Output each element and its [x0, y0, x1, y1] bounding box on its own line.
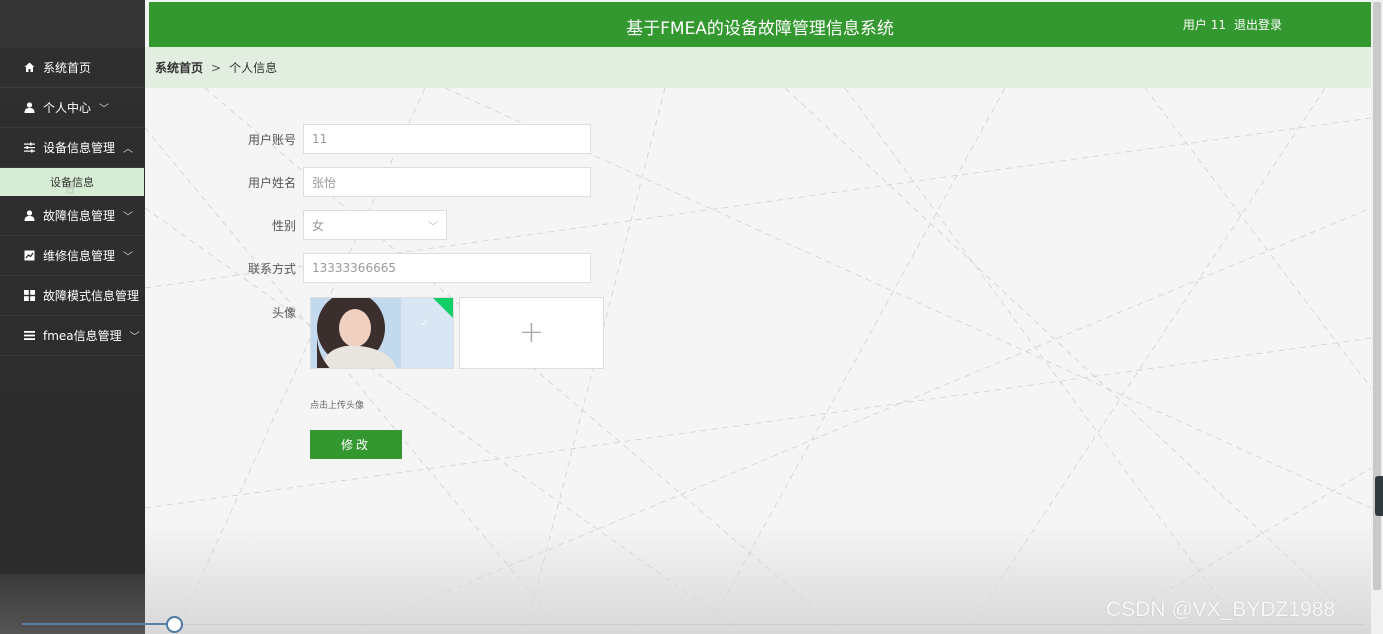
grid-icon: [22, 290, 36, 301]
avatar-image[interactable]: ✓: [310, 297, 454, 369]
form-row-account: 用户账号: [145, 124, 591, 154]
name-label: 用户姓名: [247, 175, 296, 190]
hand-cursor-icon: ☝: [66, 181, 75, 197]
sidebar-item-device-management[interactable]: 设备信息管理 ︿: [0, 128, 145, 168]
form-row-gender: 性别 女 ﹀: [145, 210, 447, 240]
sidebar-item-label: 个人中心: [43, 101, 92, 115]
gender-selected-value: 女: [312, 218, 325, 233]
sidebar-item-label: 故障信息管理: [43, 209, 116, 223]
chevron-down-icon: ﹀: [123, 212, 134, 223]
breadcrumb: 系统首页 > 个人信息: [145, 47, 1371, 88]
plus-icon: +: [518, 315, 545, 350]
slider-track-filled: [22, 623, 174, 625]
avatar-status-corner: [433, 298, 453, 318]
avatar-label: 头像: [271, 306, 296, 320]
upload-tip: 点击上传头像: [310, 401, 365, 411]
avatar-upload-button[interactable]: +: [459, 297, 604, 369]
chevron-down-icon: ﹀: [129, 332, 140, 343]
sidebar-item-label: fmea信息管理: [43, 329, 122, 343]
breadcrumb-home-link[interactable]: 系统首页: [155, 59, 203, 76]
chevron-down-icon: ﹀: [99, 104, 110, 115]
header-user-area: 用户 11 退出登录: [1183, 16, 1282, 33]
form-row-name: 用户姓名: [145, 167, 591, 197]
submit-button[interactable]: 修改: [310, 430, 402, 459]
sidebar-item-home[interactable]: 系统首页: [0, 48, 145, 88]
sidebar-item-label: 系统首页: [43, 61, 92, 75]
sidebar-logo-area: [0, 0, 145, 48]
user-icon: [22, 102, 36, 113]
main-content: 用户账号 用户姓名 性别 女 ﹀ 联系方式 头像 ✓ + 点击上传头: [145, 88, 1371, 634]
slider-track: [174, 624, 1364, 625]
chevron-down-icon: ﹀: [428, 221, 438, 233]
user-icon: [22, 210, 36, 221]
sliders-icon: [22, 142, 36, 153]
breadcrumb-current: 个人信息: [229, 61, 278, 75]
chevron-down-icon: ﹀: [123, 252, 134, 263]
form-row-phone: 联系方式: [145, 253, 591, 283]
sidebar-item-label: 设备信息管理: [43, 141, 116, 155]
sidebar: 系统首页 个人中心 ﹀ 设备信息管理 ︿ 设备信息 故障信息管理 ﹀ 维修信息管…: [0, 0, 145, 634]
phone-input[interactable]: [303, 253, 591, 283]
slider-handle[interactable]: [166, 616, 183, 633]
sidebar-item-fmea-management[interactable]: fmea信息管理 ﹀: [0, 316, 145, 356]
account-label: 用户账号: [247, 132, 296, 147]
chart-icon: [22, 250, 36, 261]
phone-label: 联系方式: [247, 261, 296, 276]
home-icon: [22, 62, 36, 73]
page-scrollbar[interactable]: [1371, 0, 1383, 634]
sidebar-item-label: 维修信息管理: [43, 249, 116, 263]
gender-label: 性别: [271, 218, 296, 233]
logout-link[interactable]: 退出登录: [1234, 16, 1282, 33]
sidebar-footer: [0, 574, 145, 634]
sidebar-item-fault-mode-management[interactable]: 故障模式信息管理: [0, 276, 145, 316]
sidebar-item-fault-management[interactable]: 故障信息管理 ﹀: [0, 196, 145, 236]
name-input[interactable]: [303, 167, 591, 197]
chevron-up-icon: ︿: [123, 144, 134, 155]
breadcrumb-separator: >: [211, 60, 222, 75]
form-row-avatar: 头像: [145, 304, 303, 321]
sidebar-item-personal-center[interactable]: 个人中心 ﹀: [0, 88, 145, 128]
check-icon: ✓: [420, 318, 429, 329]
sidebar-item-label: 故障模式信息管理: [43, 289, 140, 303]
gender-select[interactable]: 女 ﹀: [303, 210, 447, 240]
list-icon: [22, 330, 36, 341]
watermark: CSDN @VX_BYDZ1988: [1106, 598, 1336, 621]
current-user-label: 用户 11: [1182, 18, 1226, 32]
top-header: 基于FMEA的设备故障管理信息系统 用户 11 退出登录: [149, 2, 1371, 47]
account-input[interactable]: [303, 124, 591, 154]
sidebar-item-repair-management[interactable]: 维修信息管理 ﹀: [0, 236, 145, 276]
side-widget-tab[interactable]: [1375, 476, 1383, 516]
